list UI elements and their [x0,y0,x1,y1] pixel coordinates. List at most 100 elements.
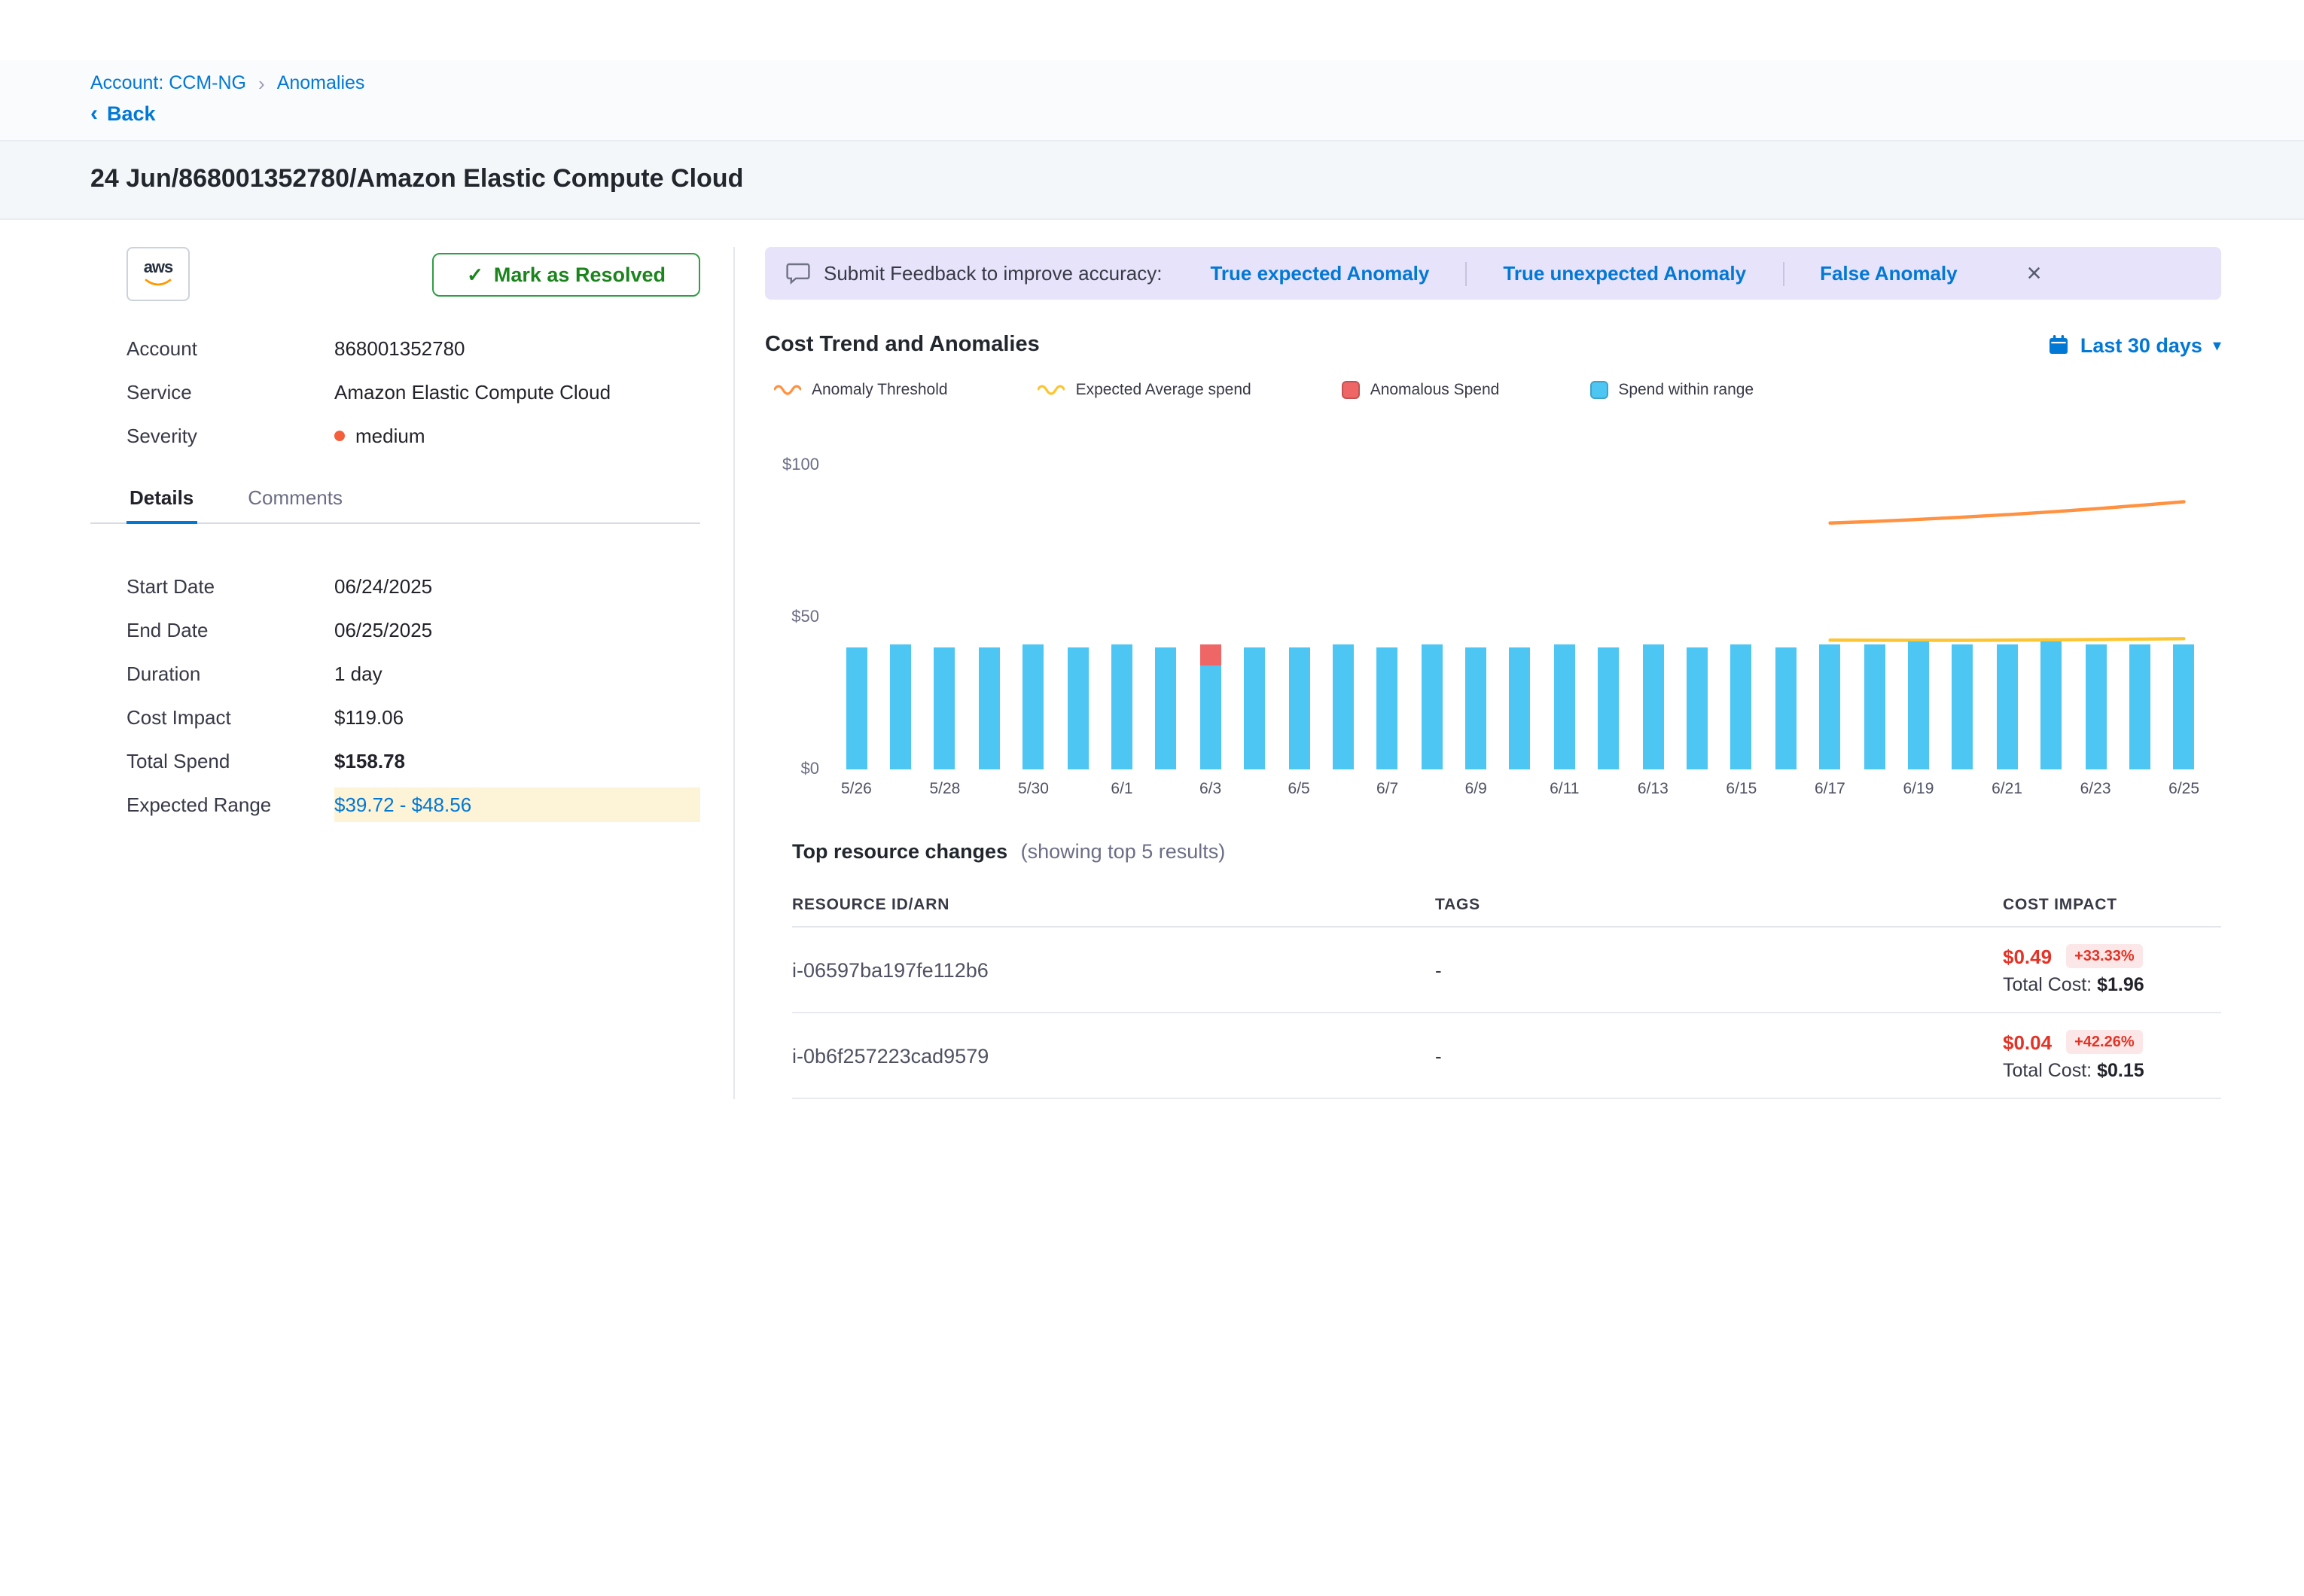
x-axis-label: 6/23 [2080,780,2111,798]
expected-range-label: Expected Range [126,793,334,816]
col-tags: TAGS [1435,896,2003,914]
time-range-label: Last 30 days [2080,334,2202,356]
chart-column-5/30 [1011,465,1056,769]
legend-spend-within-range[interactable]: Spend within range [1589,381,1754,399]
x-axis-label: 6/9 [1465,780,1487,798]
end-date-value: 06/25/2025 [334,619,700,641]
expected-average-line-icon [1038,382,1065,397]
x-axis-label: 6/13 [1638,780,1669,798]
chart-column-6/15 [1719,465,1763,769]
total-cost-value: $1.96 [2097,974,2144,995]
total-spend-label: Total Spend [126,750,334,772]
time-range-selector[interactable]: Last 30 days ▾ [2049,334,2221,356]
cost-change-badge: +42.26% [2065,1030,2144,1054]
feedback-true-unexpected[interactable]: True unexpected Anomaly [1467,262,1782,285]
start-date-label: Start Date [126,575,334,598]
cost-impact-value: $119.06 [334,706,700,729]
spend-bar-6/22 [2040,641,2062,769]
spend-bar-6/12 [1598,647,1620,769]
severity-dot [334,431,345,441]
mark-as-resolved-button[interactable]: ✓ Mark as Resolved [432,252,700,296]
resource-cost-cell: $0.04 +42.26% Total Cost: $0.15 [2003,1030,2221,1081]
chart-column-6/2 [1144,465,1188,769]
chart-column-6/7 [1365,465,1410,769]
x-axis-label: 6/21 [1992,780,2022,798]
chart-column-6/12 [1586,465,1631,769]
account-value: 868001352780 [334,337,700,360]
x-axis-label: 6/11 [1550,780,1579,798]
chart-column-6/18 [1852,465,1897,769]
anomaly-trend-panel: Submit Feedback to improve accuracy: Tru… [735,247,2221,1099]
spend-bar-6/18 [1864,644,1885,769]
feedback-true-expected[interactable]: True expected Anomaly [1174,262,1465,285]
resolve-button-label: Mark as Resolved [494,263,666,285]
spend-bar-6/7 [1377,647,1398,769]
tab-details[interactable]: Details [126,486,197,522]
chart-column-6/23 [2074,465,2118,769]
breadcrumb: Account: CCM-NG › Anomalies [0,60,2304,96]
cost-trend-chart: $100 $50 $0 [834,465,2206,769]
resource-table-subtitle: (showing top 5 results) [1021,840,1226,863]
breadcrumb-anomalies-link[interactable]: Anomalies [277,72,365,93]
spend-bar-6/5 [1288,647,1309,769]
resource-tags: - [1435,1044,2003,1067]
x-axis-label: 5/30 [1018,780,1049,798]
chart-column-6/1 [1100,465,1144,769]
legend-label: Spend within range [1618,381,1754,399]
legend-expected-average[interactable]: Expected Average spend [1038,381,1251,399]
spend-bar-6/11 [1554,644,1575,769]
chart-column-6/14 [1675,465,1720,769]
anomaly-threshold-line-icon [774,382,801,397]
spend-bar-6/21 [1997,644,2018,769]
legend-anomalous-spend[interactable]: Anomalous Spend [1342,381,1500,399]
chart-column-6/11 [1542,465,1586,769]
chart-column-6/4 [1233,465,1277,769]
y-axis-tick: $0 [765,760,819,778]
service-label: Service [126,381,334,404]
spend-bar-6/17 [1819,644,1840,769]
spend-bar-6/4 [1244,647,1265,769]
x-axis-label: 5/28 [929,780,960,798]
spend-bar-6/16 [1775,647,1797,769]
x-axis-label: 6/5 [1288,780,1310,798]
x-axis-label: 6/17 [1815,780,1845,798]
legend-anomaly-threshold[interactable]: Anomaly Threshold [774,381,948,399]
col-resource-id: RESOURCE ID/ARN [792,896,1435,914]
chart-column-5/27 [879,465,923,769]
legend-label: Anomaly Threshold [812,381,948,399]
spend-bar-5/30 [1022,644,1044,769]
x-axis-label: 6/3 [1199,780,1221,798]
chart-column-6/9 [1454,465,1498,769]
close-icon[interactable]: × [2018,259,2051,288]
spend-bar-6/9 [1465,647,1486,769]
calendar-icon [2049,334,2070,355]
chart-column-5/29 [967,465,1011,769]
spend-bar-6/15 [1731,644,1752,769]
summary-fields: Account 868001352780 Service Amazon Elas… [90,337,700,447]
breadcrumb-account-link[interactable]: Account: CCM-NG [90,72,246,93]
back-button[interactable]: ‹ Back [90,102,156,125]
spend-bar-6/6 [1333,644,1354,769]
chart-column-5/31 [1056,465,1100,769]
back-label: Back [107,102,156,125]
detail-tabs: Details Comments [90,486,700,524]
col-cost-impact: COST IMPACT [2003,896,2221,914]
detail-fields: Start Date 06/24/2025 End Date 06/25/202… [90,575,700,816]
chevron-left-icon: ‹ [90,102,98,124]
chart-legend: Anomaly Threshold Expected Average spend… [765,381,2221,399]
y-axis-tick: $50 [765,608,819,626]
spend-bar-6/25 [2174,644,2195,769]
aws-logo-text: aws [144,260,173,277]
feedback-banner: Submit Feedback to improve accuracy: Tru… [765,247,2221,300]
account-label: Account [126,337,334,360]
expected-range-value: $39.72 - $48.56 [334,787,700,822]
spend-bar-6/20 [1952,644,1973,769]
spend-bar-6/23 [2085,644,2106,769]
x-axis-label: 6/15 [1726,780,1757,798]
caret-down-icon: ▾ [2213,336,2221,355]
x-axis-label: 5/26 [841,780,872,798]
severity-value: medium [334,425,700,447]
aws-smile-icon [145,279,172,288]
feedback-false-anomaly[interactable]: False Anomaly [1784,262,1994,285]
tab-comments[interactable]: Comments [245,486,346,522]
